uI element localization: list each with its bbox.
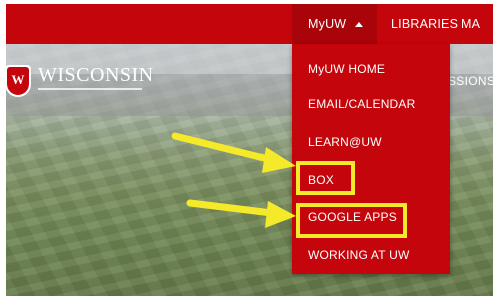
annotation-arrows [171, 132, 296, 228]
arrow-to-box-icon [171, 132, 296, 173]
arrow-to-google-apps-icon [186, 199, 296, 228]
